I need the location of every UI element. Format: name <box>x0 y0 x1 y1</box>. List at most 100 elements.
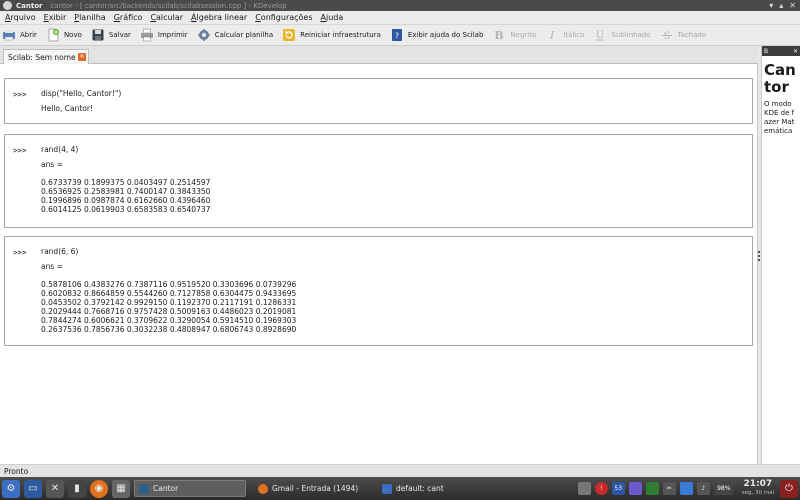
save-label: Salvar <box>108 31 131 39</box>
tab-scilab-session[interactable]: Scilab: Sem nome ✕ <box>3 49 89 64</box>
menu-planilha[interactable]: Planilha <box>74 13 105 22</box>
statusbar: Pronto <box>0 464 800 477</box>
task-cantor[interactable]: Cantor <box>134 480 246 497</box>
panel-menu-icon[interactable]: B <box>764 48 768 55</box>
menu-ajuda[interactable]: Ajuda <box>321 13 344 22</box>
task-terminal[interactable]: default: cant <box>378 480 446 497</box>
minimize-icon[interactable]: ▾ <box>769 1 773 10</box>
tray-network-icon[interactable] <box>628 482 642 495</box>
firefox-icon[interactable]: ◉ <box>90 479 108 498</box>
taskbar: ⚙ ▭ ✕ ▮ ◉ ▦ Cantor Gmail - Entrada (1494… <box>0 477 800 500</box>
svg-text:S: S <box>663 31 670 42</box>
bold-button[interactable]: B Negrito <box>492 28 537 42</box>
menu-grafico[interactable]: Gráfico <box>114 13 143 22</box>
strikethrough-button[interactable]: S Tachado <box>660 28 706 42</box>
cantor-task-icon <box>139 483 149 494</box>
restart-backend-button[interactable]: Reiniciar infraestrutura <box>282 28 381 42</box>
task-label: default: cant <box>396 484 444 493</box>
terminal-icon[interactable]: ▮ <box>68 479 86 498</box>
menu-algebra-linear[interactable]: Álgebra linear <box>191 13 247 22</box>
tray-update-icon[interactable] <box>645 482 659 495</box>
new-button[interactable]: Novo <box>46 28 82 42</box>
status-text: Pronto <box>4 466 29 476</box>
show-help-button[interactable]: ? Exibir ajuda do Scilab <box>390 28 484 42</box>
menubar: Arquivo Exibir Planilha Gráfico Calcular… <box>0 11 800 25</box>
entry-command[interactable]: rand(6, 6) <box>41 247 296 256</box>
menu-exibir[interactable]: Exibir <box>44 13 67 22</box>
close-panel-icon[interactable]: ✕ <box>793 48 798 55</box>
entry-command[interactable]: disp("Hello, Cantor!") <box>41 89 121 98</box>
tray-alert-icon[interactable]: ! <box>594 482 608 495</box>
tray-volume-icon[interactable]: ♪ <box>696 482 710 495</box>
save-button[interactable]: Salvar <box>91 28 131 42</box>
open-button[interactable]: Abrir <box>2 28 37 42</box>
menu-calcular[interactable]: Calcular <box>150 13 183 22</box>
menu-arquivo[interactable]: Arquivo <box>5 13 36 22</box>
gear-icon <box>197 28 211 42</box>
restart-icon <box>282 28 296 42</box>
tray-clipboard-icon[interactable]: ✂ <box>662 482 676 495</box>
worksheet[interactable]: >>> disp("Hello, Cantor!") Hello, Cantor… <box>0 64 758 464</box>
help-title: Cantor <box>764 61 796 96</box>
entry-result-line: 0.6733739 0.1899375 0.0403497 0.2514597 <box>41 178 211 187</box>
clock-date: seg, 30 mai <box>741 489 774 496</box>
entry-result-line: 0.6020832 0.8664859 0.5544260 0.7127858 … <box>41 289 297 298</box>
help-book-icon: ? <box>390 28 404 42</box>
printer-icon <box>140 28 154 42</box>
entry-result-line: 0.7844274 0.6006621 0.3709622 0.3290054 … <box>41 316 297 325</box>
close-tab-icon[interactable]: ✕ <box>78 53 86 61</box>
menu-configuracoes[interactable]: Configurações <box>255 13 312 22</box>
tray-badge[interactable]: 53 <box>611 482 625 495</box>
svg-text:B: B <box>495 29 504 42</box>
task-gmail[interactable]: Gmail - Entrada (1494) <box>254 480 374 497</box>
help-panel-header: B ✕ <box>762 46 800 56</box>
window-controls: ▾ ▴ ✕ <box>769 1 800 10</box>
worksheet-entry[interactable]: >>> rand(4, 4) ans = 0.6733739 0.1899375… <box>4 134 753 228</box>
entry-result-line: 0.0453502 0.3792142 0.9929150 0.1192370 … <box>41 298 297 307</box>
entry-result-header: ans = <box>41 262 63 271</box>
show-help-label: Exibir ajuda do Scilab <box>407 31 484 39</box>
new-document-icon <box>46 28 60 42</box>
underline-label: Sublinhado <box>611 31 651 39</box>
entry-prompt: >>> <box>13 146 27 155</box>
task-label: Cantor <box>153 484 179 493</box>
bold-icon: B <box>492 28 506 42</box>
entry-command[interactable]: rand(4, 4) <box>41 145 210 154</box>
entry-result-line: Hello, Cantor! <box>41 104 93 113</box>
desktop-icon[interactable]: ▭ <box>24 479 42 498</box>
underline-button[interactable]: U Sublinhado <box>593 28 650 42</box>
battery-icon[interactable]: 98% <box>713 482 734 495</box>
worksheet-entry[interactable]: >>> disp("Hello, Cantor!") Hello, Cantor… <box>4 78 753 124</box>
tray-device-icon[interactable] <box>577 482 591 495</box>
svg-text:?: ? <box>395 32 399 41</box>
entry-result-line: 0.1996896 0.0987874 0.6162660 0.4396460 <box>41 196 211 205</box>
open-label: Abrir <box>20 31 37 39</box>
tools-icon[interactable]: ✕ <box>46 479 64 498</box>
main-toolbar: Abrir Novo Salvar Imprimir Calcular plan… <box>0 25 800 46</box>
italic-label: Itálico <box>563 31 585 39</box>
new-label: Novo <box>63 31 82 39</box>
clock[interactable]: 21:07 seg, 30 mai <box>741 479 774 498</box>
kde-menu-icon[interactable]: ⚙ <box>2 479 20 498</box>
entry-prompt: >>> <box>13 90 27 99</box>
entry-result-header: ans = <box>41 160 63 169</box>
worksheet-entry[interactable]: >>> rand(6, 6) ans = 0.5878106 0.4383276… <box>4 236 753 346</box>
app-icon[interactable] <box>3 1 12 10</box>
power-icon[interactable]: ⏻ <box>780 479 798 498</box>
print-button[interactable]: Imprimir <box>140 28 188 42</box>
help-panel: B ✕ Cantor O modo KDE de fazer Matemátic… <box>761 46 800 464</box>
restart-backend-label: Reiniciar infraestrutura <box>300 31 381 39</box>
system-tray: ! 53 ✂ ♪ 98% 21:07 seg, 30 mai ⏻ <box>576 479 800 498</box>
entry-result-line: 0.2029444 0.7668716 0.9757428 0.5009163 … <box>41 307 297 316</box>
tray-bluetooth-icon[interactable] <box>679 482 693 495</box>
pager-icon[interactable]: ▦ <box>112 479 130 498</box>
bold-label: Negrito <box>510 31 537 39</box>
close-icon[interactable]: ✕ <box>789 1 796 10</box>
task-label: Gmail - Entrada (1494) <box>272 484 359 493</box>
evaluate-worksheet-button[interactable]: Calcular planilha <box>197 28 273 42</box>
window-title: Cantor <box>16 1 43 10</box>
maximize-icon[interactable]: ▴ <box>779 1 783 10</box>
entry-prompt: >>> <box>13 248 27 257</box>
underline-icon: U <box>593 28 607 42</box>
italic-button[interactable]: I Itálico <box>545 28 584 42</box>
